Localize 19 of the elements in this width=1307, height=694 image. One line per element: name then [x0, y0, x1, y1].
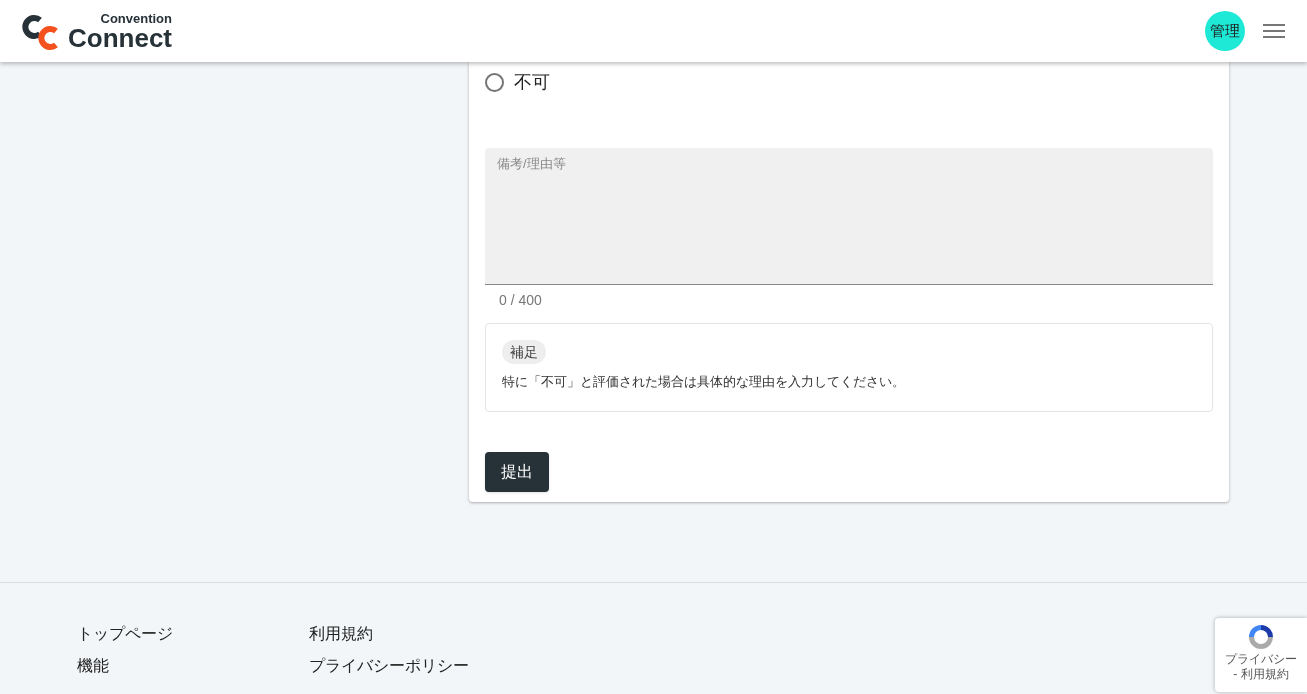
footer-link[interactable]: トップページ	[77, 623, 173, 645]
logo-icon	[22, 12, 60, 50]
submit-button[interactable]: 提出	[485, 452, 549, 492]
remarks-field[interactable]: 備考/理由等	[485, 148, 1213, 285]
note-label: 補足	[502, 340, 546, 364]
admin-avatar[interactable]: 管理	[1205, 11, 1245, 51]
logo-subtitle: Convention	[100, 11, 172, 25]
footer-link[interactable]: 利用規約	[309, 623, 373, 645]
recaptcha-icon	[1246, 622, 1276, 652]
logo-title: Connect	[68, 24, 172, 51]
footer-link[interactable]: 機能	[77, 655, 109, 677]
character-counter: 0 / 400	[499, 291, 542, 310]
footer-link[interactable]: プライバシーポリシー	[309, 655, 469, 677]
note-text: 特に「不可」と評価された場合は具体的な理由を入力してください。	[502, 373, 905, 391]
radio-button[interactable]	[485, 72, 504, 92]
radio-option[interactable]: 不可	[485, 70, 1213, 94]
menu-icon[interactable]	[1263, 23, 1285, 39]
recaptcha-link[interactable]: - 利用規約	[1233, 667, 1289, 682]
recaptcha-link[interactable]: プライバシー	[1225, 652, 1297, 667]
